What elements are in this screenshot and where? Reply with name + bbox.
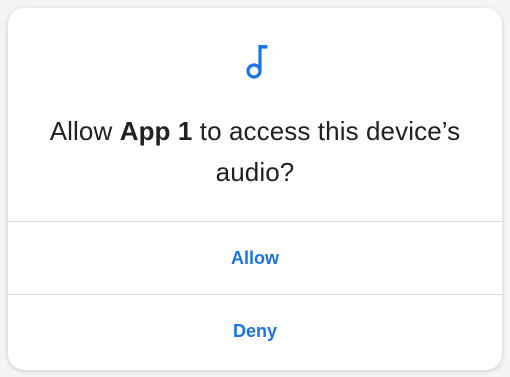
deny-button[interactable]: Deny — [8, 295, 502, 367]
screen: Allow App 1 to access this device’s audi… — [0, 0, 510, 377]
title-prefix: Allow — [49, 116, 120, 146]
dialog-header: Allow App 1 to access this device’s audi… — [8, 8, 502, 222]
deny-button-label: Deny — [232, 320, 277, 341]
dialog-title: Allow App 1 to access this device’s audi… — [48, 111, 462, 193]
allow-button[interactable]: Allow — [8, 222, 502, 294]
music-note-icon — [245, 41, 269, 81]
allow-button-label: Allow — [231, 247, 279, 268]
app-name: App 1 — [119, 116, 193, 146]
permission-dialog: Allow App 1 to access this device’s audi… — [8, 8, 502, 370]
title-suffix: to access this device’s audio? — [192, 116, 461, 187]
